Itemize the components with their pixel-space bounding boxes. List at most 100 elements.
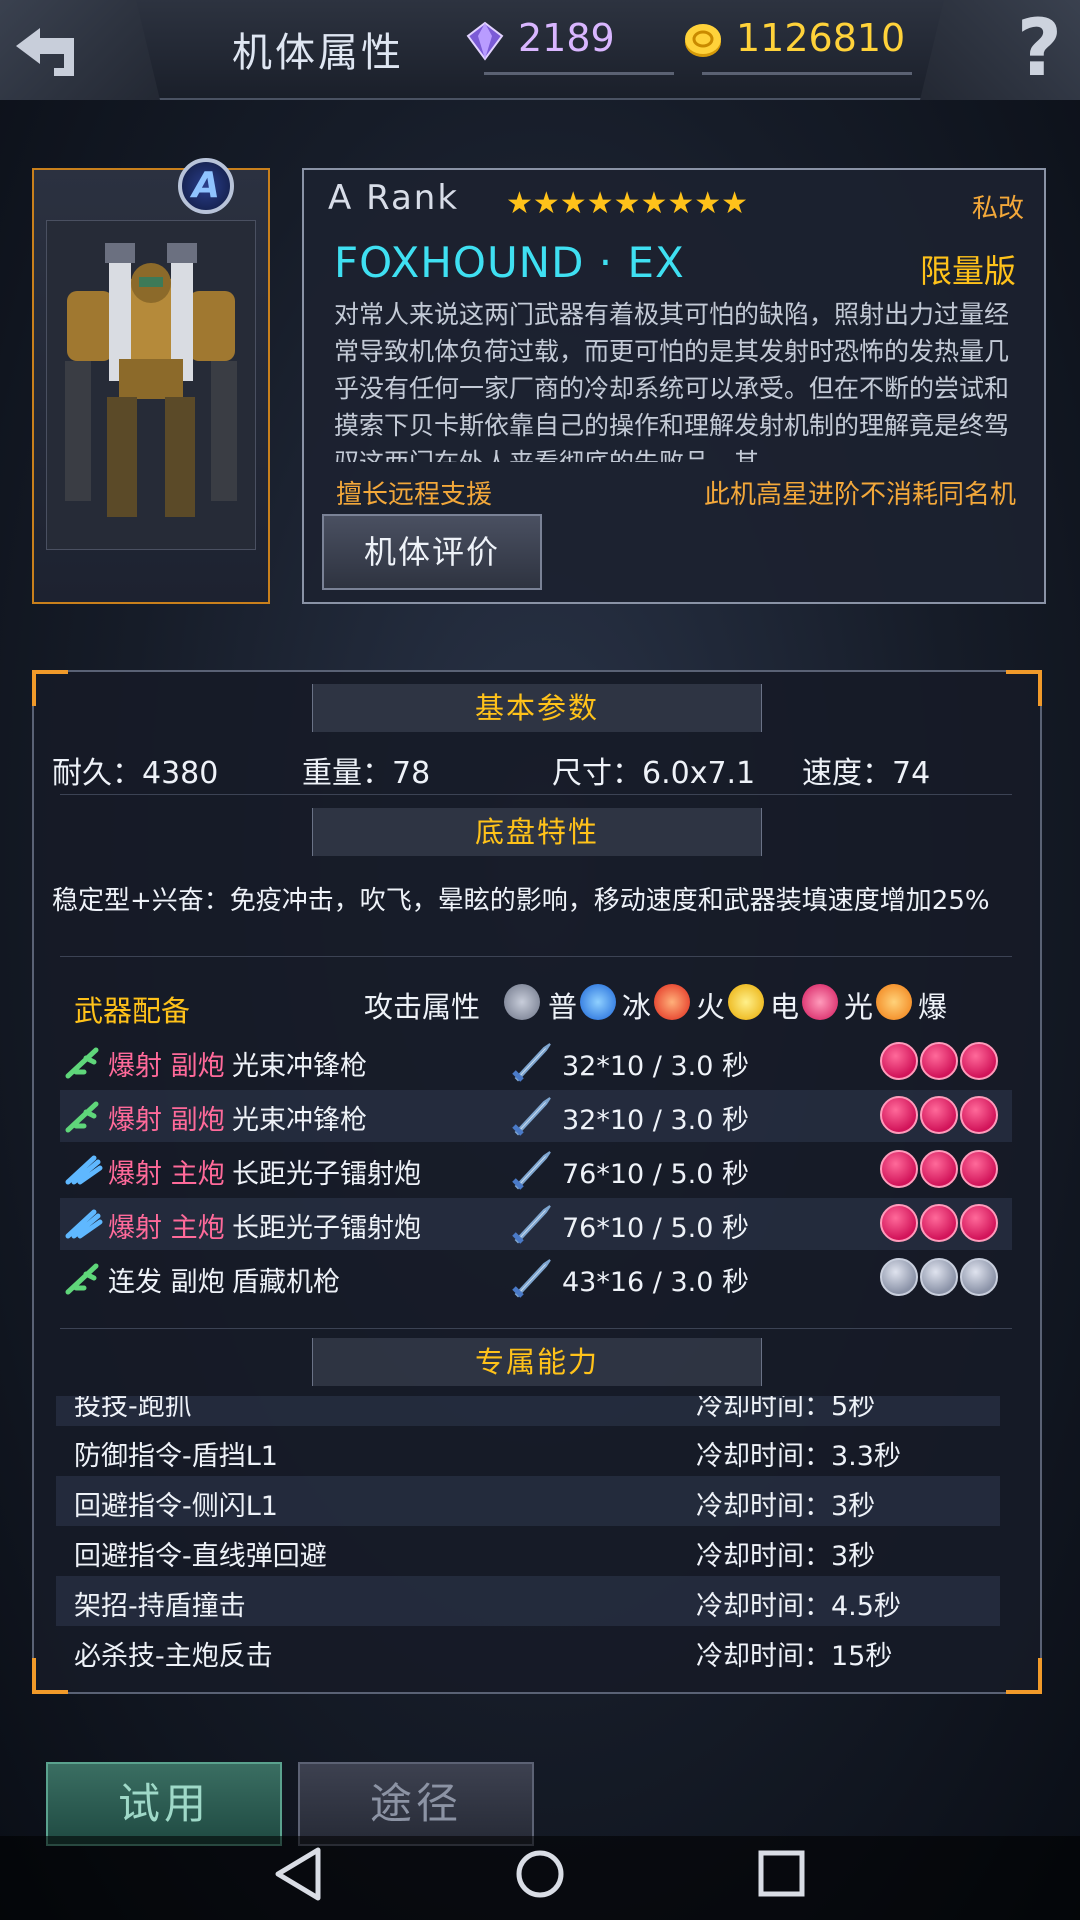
durability-stat: 耐久：4380 <box>52 756 219 791</box>
panel-corner <box>1006 670 1042 706</box>
sub-cannon-icon <box>65 1101 99 1133</box>
android-nav-bar <box>0 1836 1080 1920</box>
nav-back-icon[interactable] <box>272 1846 324 1902</box>
sword-icon <box>512 1259 551 1298</box>
weapon-damage: 76*10 / 5.0 秒 <box>562 1159 749 1190</box>
exclusive-abilities-heading: 专属能力 <box>312 1338 762 1386</box>
weapon-type: 爆射 主炮 <box>108 1159 225 1190</box>
element-slots <box>880 1204 1010 1244</box>
weapon-row[interactable]: 爆射 副炮 光束冲锋枪 32*10 / 3.0 秒 <box>60 1090 1012 1142</box>
chassis-heading: 底盘特性 <box>312 808 762 856</box>
light-slot-icon <box>960 1042 998 1080</box>
weapon-row[interactable]: 爆射 副炮 光束冲锋枪 32*10 / 3.0 秒 <box>60 1036 1012 1088</box>
back-button[interactable] <box>0 0 160 100</box>
electric-element-icon <box>728 984 764 1020</box>
weapon-name: 长距光子镭射炮 <box>232 1213 421 1244</box>
element-slots <box>880 1258 1010 1298</box>
element-label: 普 <box>548 990 578 1024</box>
sword-icon <box>512 1205 551 1244</box>
gem-underline <box>484 72 674 75</box>
panel-corner <box>1006 1658 1042 1694</box>
sword-icon <box>512 1151 551 1190</box>
light-slot-icon <box>880 1204 918 1242</box>
acquire-route-button[interactable]: 途径 <box>298 1762 534 1846</box>
element-slots <box>880 1042 1010 1082</box>
trial-button[interactable]: 试用 <box>46 1762 282 1846</box>
element-label: 爆 <box>918 990 948 1024</box>
divider <box>60 1328 1012 1329</box>
weapon-name: 光束冲锋枪 <box>232 1105 367 1136</box>
coin-amount: 1126810 <box>736 16 906 60</box>
weapon-damage: 43*16 / 3.0 秒 <box>562 1267 749 1298</box>
basic-params-heading: 基本参数 <box>312 684 762 732</box>
weapon-type: 爆射 副炮 <box>108 1105 225 1136</box>
normal-slot-icon <box>920 1258 958 1296</box>
chassis-trait: 稳定型+兴奋：免疫冲击，吹飞，晕眩的影响，移动速度和武器装填速度增加25% <box>52 886 990 916</box>
ability-name: 必杀技-主炮反击 <box>74 1641 273 1672</box>
gem-counter: 2189 <box>464 14 674 75</box>
main-cannon-icon <box>65 1209 103 1239</box>
light-slot-icon <box>960 1096 998 1134</box>
mech-review-button[interactable]: 机体评价 <box>322 514 542 590</box>
weapon-row[interactable]: 连发 副炮 盾藏机枪 43*16 / 3.0 秒 <box>60 1252 1012 1304</box>
light-slot-icon <box>880 1096 918 1134</box>
custom-tag: 私改 <box>972 194 1025 224</box>
attack-attribute-label: 攻击属性 <box>364 990 481 1024</box>
element-label: 冰 <box>622 990 652 1024</box>
mech-name: FOXHOUND · EX <box>334 238 685 287</box>
size-stat: 尺寸：6.0x7.1 <box>552 756 756 791</box>
nav-recents-icon[interactable] <box>756 1846 808 1902</box>
ability-cooldown: 冷却时间：5秒 <box>696 1396 876 1422</box>
panel-corner <box>32 670 68 706</box>
star-upgrade-note: 此机高星进阶不消耗同名机 <box>704 480 1017 510</box>
light-slot-icon <box>960 1204 998 1242</box>
nav-home-icon[interactable] <box>514 1846 566 1902</box>
divider <box>60 956 1012 957</box>
fire-element-icon <box>654 984 690 1020</box>
ice-element-icon <box>580 984 616 1020</box>
rank-label: A Rank <box>328 178 460 218</box>
back-arrow-icon <box>16 28 74 76</box>
mech-image-frame <box>46 220 256 550</box>
normal-element-icon <box>504 984 540 1020</box>
sub-cannon-icon <box>65 1263 99 1295</box>
element-label: 电 <box>770 990 800 1024</box>
weapon-name: 长距光子镭射炮 <box>232 1159 421 1190</box>
ability-row: 投技-跑抓 冷却时间：5秒 <box>56 1396 1000 1426</box>
mech-image <box>65 243 237 517</box>
light-slot-icon <box>960 1150 998 1188</box>
ability-cooldown: 冷却时间：3秒 <box>696 1541 876 1572</box>
element-slots <box>880 1096 1010 1136</box>
ability-cooldown: 冷却时间：15秒 <box>696 1641 893 1672</box>
sword-icon <box>512 1043 551 1082</box>
mech-description[interactable]: 对常人来说这两门武器有着极其可怕的缺陷，照射出力过量经常导致机体负荷过载，而更可… <box>334 296 1014 462</box>
rank-badge: A <box>178 158 234 214</box>
ability-name: 回避指令-侧闪L1 <box>74 1491 278 1522</box>
ability-row: 防御指令-盾挡L1 冷却时间：3.3秒 <box>56 1426 1000 1476</box>
weapon-row[interactable]: 爆射 主炮 长距光子镭射炮 76*10 / 5.0 秒 <box>60 1144 1012 1196</box>
weapon-damage: 32*10 / 3.0 秒 <box>562 1105 749 1136</box>
element-slots <box>880 1150 1010 1190</box>
element-label: 光 <box>844 990 874 1024</box>
weapon-row[interactable]: 爆射 主炮 长距光子镭射炮 76*10 / 5.0 秒 <box>60 1198 1012 1250</box>
help-button[interactable]: ? <box>920 0 1080 100</box>
ability-list[interactable]: 投技-跑抓 冷却时间：5秒 防御指令-盾挡L1 冷却时间：3.3秒回避指令-侧闪L1 冷… <box>56 1396 1004 1686</box>
divider <box>60 794 1012 795</box>
weapon-damage: 76*10 / 5.0 秒 <box>562 1213 749 1244</box>
weapon-type: 爆射 主炮 <box>108 1213 225 1244</box>
ability-name: 回避指令-直线弹回避 <box>74 1541 327 1572</box>
edition-label: 限量版 <box>920 252 1017 290</box>
ability-name: 防御指令-盾挡L1 <box>74 1441 278 1472</box>
ability-row: 架招-持盾撞击 冷却时间：4.5秒 <box>56 1576 1000 1626</box>
question-mark-icon: ? <box>1016 4 1062 94</box>
explosion-element-icon <box>876 984 912 1020</box>
normal-slot-icon <box>960 1258 998 1296</box>
weapons-heading: 武器配备 <box>74 994 191 1028</box>
ability-row: 回避指令-直线弹回避 冷却时间：3秒 <box>56 1526 1000 1576</box>
ability-cooldown: 冷却时间：4.5秒 <box>696 1591 901 1622</box>
light-slot-icon <box>920 1042 958 1080</box>
weapon-name: 光束冲锋枪 <box>232 1051 367 1082</box>
speed-stat: 速度：74 <box>802 756 931 791</box>
page-title: 机体属性 <box>232 30 404 76</box>
mech-portrait[interactable] <box>32 168 270 604</box>
